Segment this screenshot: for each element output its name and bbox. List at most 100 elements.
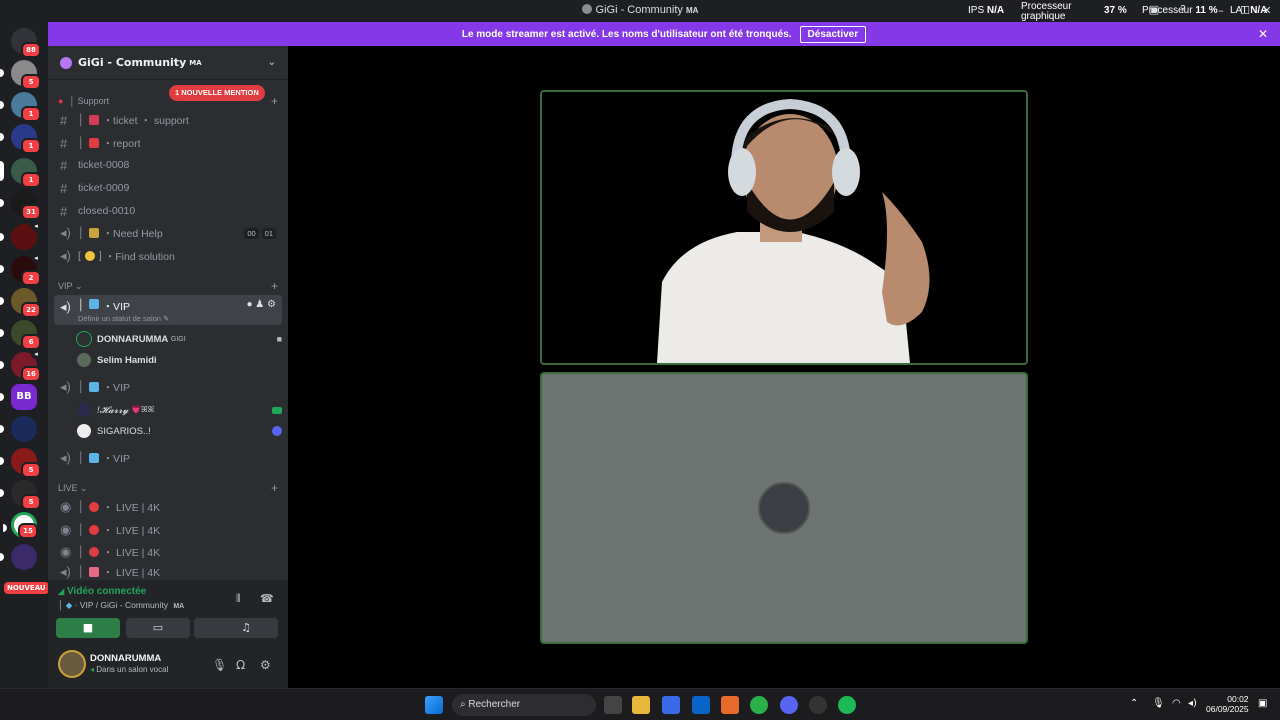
spotify-icon[interactable] bbox=[838, 696, 856, 714]
server-icon[interactable]: 22 bbox=[0, 288, 41, 318]
app-icon[interactable] bbox=[721, 696, 739, 714]
channel-live-1[interactable]: ◉ │ ・ LIVE | 4K bbox=[54, 496, 282, 518]
voice-status[interactable]: ◢ Vidéo connectée bbox=[58, 586, 146, 597]
microphone-tray-icon[interactable]: 🎙 bbox=[1152, 698, 1165, 709]
voice-user[interactable]: Selim Hamidi bbox=[76, 350, 282, 370]
server-icon[interactable] bbox=[0, 544, 37, 570]
voice-channel-link[interactable]: │ ◆ · VIP / GiGi - Community MA bbox=[58, 600, 184, 611]
disable-streamer-button[interactable]: Désactiver bbox=[799, 25, 867, 43]
server-icon[interactable]: ◂ 2 bbox=[0, 253, 41, 286]
add-channel-icon[interactable]: + bbox=[271, 279, 278, 293]
channel-status-hint[interactable]: Définir un statut de salon ✎ bbox=[78, 314, 169, 323]
server-icon[interactable]: 31 bbox=[0, 190, 41, 220]
server-icon[interactable]: 1 bbox=[0, 124, 41, 154]
disconnect-icon[interactable]: ☎ bbox=[260, 592, 274, 605]
channel-need-help[interactable]: ◂) │ ・Need Help 00 01 bbox=[54, 222, 282, 244]
server-icon-active[interactable]: 1 bbox=[0, 158, 41, 188]
voice-channel-suffix: MA bbox=[173, 603, 185, 610]
server-icon[interactable]: 1 bbox=[0, 92, 41, 122]
home-button[interactable]: 88 bbox=[11, 28, 41, 58]
headphones-icon[interactable]: Ω bbox=[236, 658, 245, 672]
avatar bbox=[76, 331, 92, 347]
chevron-up-icon[interactable]: ⌃ bbox=[1130, 698, 1138, 709]
banner-close-icon[interactable]: ✕ bbox=[1258, 27, 1268, 41]
channel-vip-2[interactable]: ◂) │ ・VIP bbox=[54, 376, 282, 398]
discord-nitro-icon bbox=[272, 426, 282, 436]
volume-icon[interactable]: ◂) bbox=[1188, 698, 1197, 709]
maximize-button[interactable]: ☐ bbox=[1237, 3, 1253, 19]
add-channel-icon[interactable]: + bbox=[271, 94, 278, 108]
ticket-icon bbox=[88, 115, 99, 125]
settings-gear-icon[interactable]: ⚙ bbox=[260, 658, 271, 672]
screenshare-button[interactable]: ▭ bbox=[126, 618, 190, 638]
camera-button[interactable]: ■ bbox=[56, 618, 120, 638]
channel-report[interactable]: # │ ・report bbox=[54, 132, 282, 154]
guild-name: GiGi - Community bbox=[78, 56, 187, 69]
self-name[interactable]: DONNARUMMA bbox=[90, 653, 161, 664]
unread-pill bbox=[0, 265, 4, 273]
server-icon[interactable]: ◂ bbox=[0, 221, 41, 250]
outlook-icon[interactable] bbox=[692, 696, 710, 714]
microphone-icon[interactable]: 🎙 bbox=[212, 658, 227, 672]
unread-pill bbox=[0, 297, 4, 305]
wifi-icon[interactable]: ◠ bbox=[1172, 698, 1181, 709]
channel-live-4[interactable]: ◂) │ ・ LIVE | 4K bbox=[54, 564, 282, 580]
server-icon[interactable]: 6 bbox=[0, 320, 41, 350]
hash-icon: # bbox=[60, 112, 68, 128]
category-vip[interactable]: VIP ⌄ + bbox=[58, 279, 278, 293]
ips-label: IPS bbox=[968, 5, 985, 16]
server-icon[interactable]: 15 bbox=[3, 512, 38, 539]
unread-pill bbox=[0, 133, 4, 141]
help-icon[interactable]: ? bbox=[1175, 2, 1191, 18]
close-window-button[interactable]: ✕ bbox=[1259, 3, 1275, 19]
minimize-button[interactable]: – bbox=[1213, 3, 1229, 19]
voice-user[interactable]: DONNARUMMA GIGI ■ bbox=[76, 329, 282, 349]
guild-header[interactable]: GiGi - Community MA ⌄ bbox=[48, 46, 288, 80]
server-icon[interactable]: 5 bbox=[0, 60, 41, 90]
windows-start-icon[interactable] bbox=[425, 696, 443, 714]
inbox-icon[interactable]: ▣ bbox=[1146, 2, 1162, 18]
clock[interactable]: 00:02 06/09/2025 bbox=[1206, 694, 1249, 714]
channel-vip-3[interactable]: ◂) │ ・VIP bbox=[54, 447, 282, 469]
file-explorer-icon[interactable] bbox=[632, 696, 650, 714]
channel-find-solution[interactable]: ◂)[] ・Find solution bbox=[54, 245, 282, 267]
chevron-down-icon[interactable]: ⌄ bbox=[268, 57, 276, 68]
task-view-icon[interactable] bbox=[604, 696, 622, 714]
streamer-mode-banner: Le mode streamer est activé. Les noms d'… bbox=[48, 22, 1280, 46]
video-tile-avatar[interactable] bbox=[540, 372, 1028, 644]
taskbar-search[interactable]: ⌕ Rechercher bbox=[452, 694, 596, 716]
store-icon[interactable] bbox=[662, 696, 680, 714]
server-icon[interactable]: ◂ 16 bbox=[0, 349, 41, 382]
speaker-icon: ◂ bbox=[31, 221, 41, 231]
voice-user[interactable]: !𝓗𝓪𝓻𝓻𝔂 💗ꕤꕤ bbox=[76, 400, 282, 420]
server-icon[interactable]: 5 bbox=[0, 480, 41, 510]
server-icon[interactable] bbox=[0, 416, 37, 442]
server-badge: 5 bbox=[21, 74, 41, 90]
channel-closed-0010[interactable]: # closed-0010 bbox=[54, 200, 282, 222]
category-live[interactable]: LIVE ⌄ + bbox=[58, 481, 278, 495]
self-status: ◂ Dans un salon vocal bbox=[90, 665, 168, 674]
server-icon[interactable]: 5 bbox=[0, 448, 41, 478]
channel-live-2[interactable]: ◉ │ ・ LIVE | 4K bbox=[54, 519, 282, 541]
discord-taskbar-icon[interactable] bbox=[780, 696, 798, 714]
diamond-icon bbox=[88, 453, 99, 463]
app-icon[interactable] bbox=[809, 696, 827, 714]
self-avatar[interactable] bbox=[58, 650, 86, 678]
soundboard-button[interactable]: ♫ bbox=[214, 618, 278, 638]
new-mention-badge[interactable]: 1 NOUVELLE MENTION bbox=[169, 85, 265, 101]
channel-ticket-0008[interactable]: # ticket-0008 bbox=[54, 154, 282, 176]
clock-date: 06/09/2025 bbox=[1206, 704, 1249, 714]
video-tile-camera[interactable] bbox=[540, 90, 1028, 365]
channel-ticket-0009[interactable]: # ticket-0009 bbox=[54, 177, 282, 199]
channel-ticket-support[interactable]: # │ ・ticket ・ support bbox=[54, 109, 282, 131]
flag-icon bbox=[88, 138, 99, 148]
channel-live-3[interactable]: ◉ │ ・ LIVE | 4K bbox=[54, 541, 282, 563]
voice-user[interactable]: SIGARIOS..! bbox=[76, 421, 282, 441]
notifications-icon[interactable]: ▣ bbox=[1258, 698, 1267, 709]
channel-actions[interactable]: ● ♟ ⚙ bbox=[246, 299, 276, 310]
diamond-icon bbox=[88, 299, 99, 309]
server-icon-bb[interactable]: BB bbox=[0, 384, 37, 410]
add-channel-icon[interactable]: + bbox=[271, 481, 278, 495]
chrome-icon[interactable] bbox=[750, 696, 768, 714]
noise-suppression-icon[interactable]: ⫴ bbox=[236, 592, 241, 606]
